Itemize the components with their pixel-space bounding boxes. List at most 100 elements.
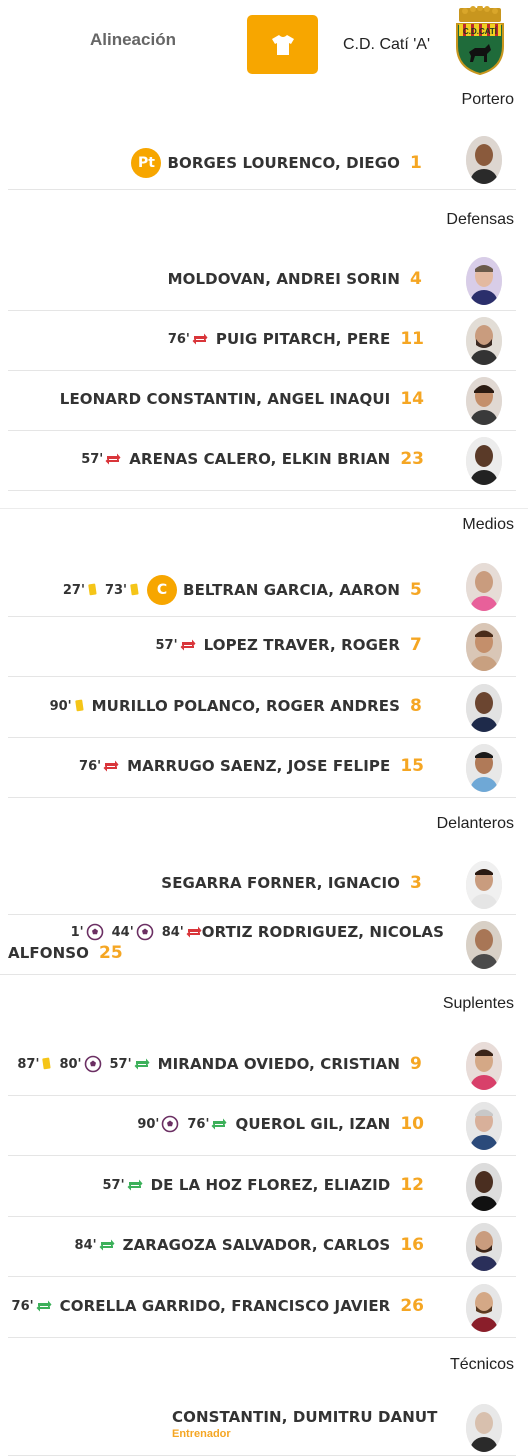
player-number: 12 (400, 1175, 424, 1195)
player-number: 16 (400, 1235, 424, 1255)
player-name[interactable]: MARRUGO SAENZ, JOSE FELIPE (127, 757, 390, 775)
event-minute: 57' (155, 637, 178, 653)
player-number: 3 (410, 873, 422, 893)
player-avatar[interactable] (466, 563, 502, 611)
coach-row[interactable]: CONSTANTIN, DUMITRU DANUT Entrenador (8, 1398, 516, 1456)
player-avatar[interactable] (466, 921, 502, 969)
event: 76' (168, 332, 208, 347)
player-number: 5 (410, 580, 422, 600)
event: 84' (75, 1238, 115, 1253)
sub-out-icon (105, 453, 121, 465)
section-delanteros: Delanteros (436, 815, 514, 832)
player-row[interactable]: 76' PUIG PITARCH, PERE 11 (8, 311, 516, 371)
event-minute: 80' (59, 1056, 82, 1072)
event: 80' (59, 1055, 101, 1073)
team-name: C.D. Catí 'A' (343, 36, 431, 53)
player-row[interactable]: 1' 44' 84' ORTIZ RODRIGUEZ, NICOLAS ALFO… (0, 915, 516, 975)
player-avatar[interactable] (466, 1042, 502, 1090)
player-name[interactable]: DE LA HOZ FLOREZ, ELIAZID (151, 1176, 391, 1194)
shirt-icon (271, 34, 294, 55)
player-avatar[interactable] (466, 1223, 502, 1271)
player-avatar[interactable] (466, 317, 502, 365)
player-row[interactable]: 57' DE LA HOZ FLOREZ, ELIAZID 12 (8, 1157, 516, 1217)
event: 90' (137, 1115, 179, 1133)
player-name[interactable]: QUEROL GIL, IZAN (235, 1115, 390, 1133)
goal-icon (162, 1115, 179, 1133)
player-number: 15 (400, 756, 424, 776)
player-number: 10 (400, 1114, 424, 1134)
event: 76' (187, 1117, 227, 1132)
player-name[interactable]: LOPEZ TRAVER, ROGER (204, 636, 400, 654)
event: 76' (79, 759, 119, 774)
coach-name[interactable]: CONSTANTIN, DUMITRU DANUT (172, 1408, 437, 1426)
event: 44' (112, 923, 154, 941)
player-number: 9 (410, 1054, 422, 1074)
player-row[interactable]: LEONARD CONSTANTIN, ANGEL INAQUI 14 (8, 371, 516, 431)
coach-role: Entrenador (172, 1428, 231, 1440)
event-minute: 90' (49, 698, 72, 714)
player-row[interactable]: 90' 76' QUEROL GIL, IZAN 10 (8, 1096, 516, 1156)
player-row[interactable]: 76' MARRUGO SAENZ, JOSE FELIPE 15 (8, 738, 516, 798)
player-name[interactable]: PUIG PITARCH, PERE (216, 330, 390, 348)
player-name[interactable]: MOLDOVAN, ANDREI SORIN (168, 270, 400, 288)
player-number: 7 (410, 635, 422, 655)
event-minute: 57' (81, 451, 104, 467)
team-crest-icon: C.D.CATÍ (456, 6, 504, 76)
player-row[interactable]: SEGARRA FORNER, IGNACIO 3 (8, 855, 516, 915)
player-row[interactable]: 57' ARENAS CALERO, ELKIN BRIAN 23 (8, 431, 516, 491)
event: 76' (12, 1299, 52, 1314)
yellow-card-icon (42, 1057, 51, 1070)
sub-out-icon (186, 926, 202, 938)
event: 84' (162, 925, 202, 940)
event-minute: 27' (62, 582, 85, 598)
player-avatar[interactable] (466, 1163, 502, 1211)
yellow-card-icon (130, 583, 139, 596)
coach-avatar[interactable] (466, 1404, 502, 1452)
section-portero: Portero (461, 91, 514, 108)
player-avatar[interactable] (466, 257, 502, 305)
section-suplentes: Suplentes (442, 995, 514, 1012)
player-row[interactable]: 57' LOPEZ TRAVER, ROGER 7 (8, 617, 516, 677)
event: 57' (103, 1178, 143, 1193)
player-row[interactable]: 27' 73' C BELTRAN GARCIA, AARON 5 (8, 557, 516, 617)
section-tecnicos: Técnicos (449, 1356, 514, 1373)
player-name[interactable]: LEONARD CONSTANTIN, ANGEL INAQUI (60, 390, 391, 408)
sub-in-icon (211, 1118, 227, 1130)
player-name[interactable]: CORELLA GARRIDO, FRANCISCO JAVIER (60, 1297, 391, 1315)
player-name[interactable]: MURILLO POLANCO, ROGER ANDRES (92, 697, 400, 715)
player-row[interactable]: Pt BORGES LOURENCO, DIEGO 1 (8, 130, 516, 190)
player-avatar[interactable] (466, 437, 502, 485)
player-name[interactable]: ORTIZ RODRIGUEZ, NICOLAS (202, 923, 444, 941)
event: 73' (105, 583, 139, 598)
event-minute: 44' (111, 924, 134, 940)
player-number: 1 (410, 153, 422, 173)
player-row[interactable]: 90' MURILLO POLANCO, ROGER ANDRES 8 (8, 678, 516, 738)
player-name-continued[interactable]: ALFONSO (8, 944, 89, 962)
event-minute: 76' (167, 331, 190, 347)
player-name[interactable]: MIRANDA OVIEDO, CRISTIAN (158, 1055, 400, 1073)
player-name[interactable]: BORGES LOURENCO, DIEGO (167, 154, 400, 172)
player-row[interactable]: MOLDOVAN, ANDREI SORIN 4 (8, 251, 516, 311)
player-avatar[interactable] (466, 744, 502, 792)
player-avatar[interactable] (466, 1102, 502, 1150)
player-row[interactable]: 87' 80' 57' MIRANDA OVIEDO, CRISTIAN 9 (8, 1036, 516, 1096)
player-avatar[interactable] (466, 861, 502, 909)
player-row[interactable]: 84' ZARAGOZA SALVADOR, CARLOS 16 (8, 1217, 516, 1277)
player-avatar[interactable] (466, 136, 502, 184)
player-name[interactable]: ARENAS CALERO, ELKIN BRIAN (129, 450, 390, 468)
event: 1' (71, 923, 104, 941)
player-avatar[interactable] (466, 623, 502, 671)
player-avatar[interactable] (466, 377, 502, 425)
event: 27' (63, 583, 97, 598)
player-avatar[interactable] (466, 684, 502, 732)
player-name[interactable]: SEGARRA FORNER, IGNACIO (161, 874, 400, 892)
event-minute: 84' (161, 924, 184, 940)
player-name[interactable]: BELTRAN GARCIA, AARON (183, 581, 400, 599)
player-name[interactable]: ZARAGOZA SALVADOR, CARLOS (123, 1236, 391, 1254)
shirt-button[interactable] (247, 15, 318, 74)
player-row[interactable]: 76' CORELLA GARRIDO, FRANCISCO JAVIER 26 (8, 1278, 516, 1338)
event-minute: 90' (137, 1116, 160, 1132)
player-avatar[interactable] (466, 1284, 502, 1332)
section-defensas: Defensas (446, 211, 514, 228)
event-minute: 57' (102, 1177, 125, 1193)
